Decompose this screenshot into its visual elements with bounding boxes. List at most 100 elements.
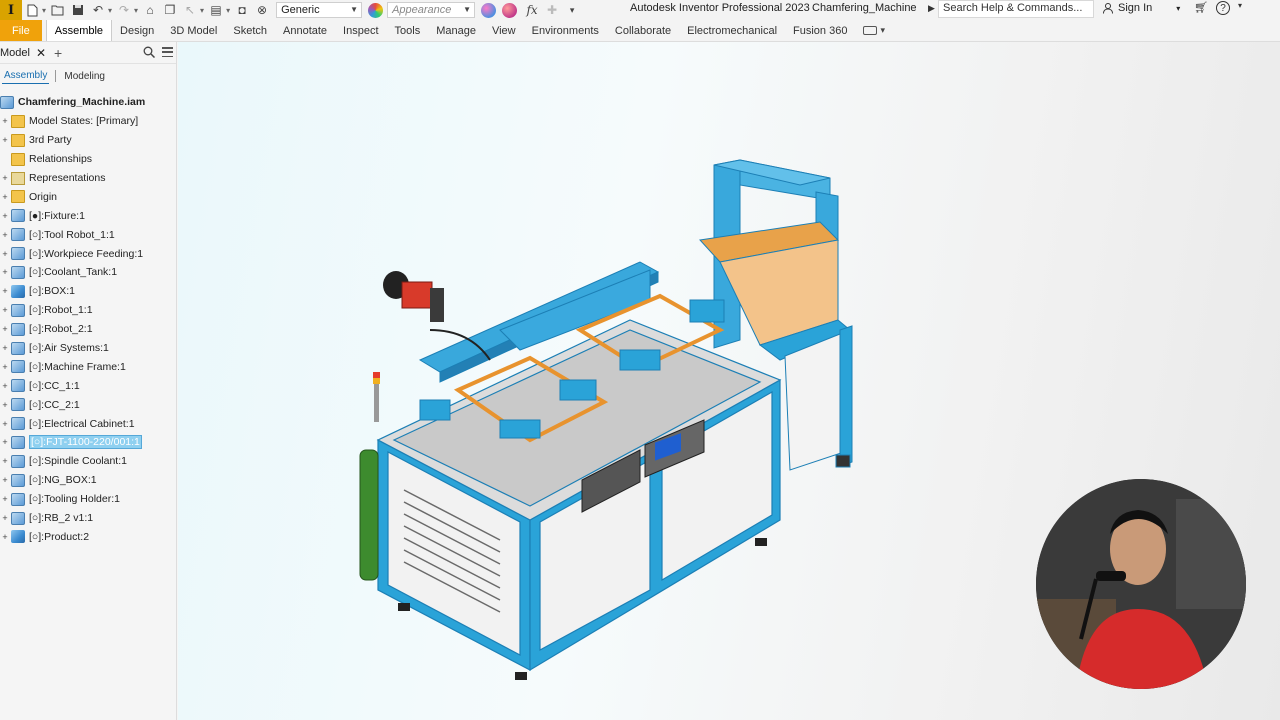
- expand-icon[interactable]: +: [0, 513, 10, 523]
- new-dropdown-caret[interactable]: ▾: [42, 6, 46, 15]
- ribbon-display-toggle[interactable]: ▾: [863, 20, 885, 41]
- sign-in-button[interactable]: Sign In ▾: [1102, 2, 1180, 14]
- tab-3d-model[interactable]: 3D Model: [162, 20, 225, 41]
- select-dropdown-caret[interactable]: ▾: [200, 6, 204, 15]
- tree-item[interactable]: + [○]:Workpiece Feeding:1: [0, 244, 177, 263]
- tree-item[interactable]: +3rd Party: [0, 131, 177, 150]
- expand-icon[interactable]: +: [0, 475, 10, 485]
- camera-icon[interactable]: ◘: [235, 3, 249, 17]
- tree-item[interactable]: + [○]:Product:2: [0, 527, 177, 546]
- expand-icon[interactable]: +: [0, 192, 10, 202]
- tree-root[interactable]: Chamfering_Machine.iam: [0, 93, 177, 112]
- tree-item[interactable]: + [○]:RB_2 v1:1: [0, 509, 177, 528]
- tab-environments[interactable]: Environments: [524, 20, 607, 41]
- undo-icon[interactable]: ↶: [91, 3, 105, 17]
- expand-icon[interactable]: +: [0, 494, 10, 504]
- expand-icon[interactable]: +: [0, 400, 10, 410]
- appearance-select[interactable]: Appearance ▼: [387, 2, 476, 18]
- tree-item[interactable]: + [●]:Fixture:1: [0, 206, 177, 225]
- representations-icon: [11, 171, 25, 185]
- expand-icon[interactable]: +: [0, 116, 10, 126]
- expand-icon[interactable]: +: [0, 456, 10, 466]
- plus-icon[interactable]: ✚: [545, 3, 559, 17]
- help-dropdown-caret[interactable]: ▾: [1238, 1, 1242, 15]
- redo-dropdown-caret[interactable]: ▾: [134, 6, 138, 15]
- expand-icon[interactable]: +: [0, 230, 10, 240]
- save-icon[interactable]: [71, 3, 85, 17]
- tab-tools[interactable]: Tools: [387, 20, 429, 41]
- tab-view[interactable]: View: [484, 20, 524, 41]
- tab-assemble[interactable]: Assemble: [45, 20, 113, 41]
- expand-icon[interactable]: +: [0, 173, 10, 183]
- tree-item-selected[interactable]: + [○]:FJT-1100-220/001:1: [0, 433, 177, 452]
- clear-appearance-icon[interactable]: [502, 2, 518, 18]
- redo-icon[interactable]: ↷: [117, 3, 131, 17]
- add-browser-tab-icon[interactable]: +: [54, 45, 62, 61]
- measure-dropdown-caret[interactable]: ▾: [226, 6, 230, 15]
- expand-icon[interactable]: +: [0, 305, 10, 315]
- expand-icon[interactable]: +: [0, 286, 10, 296]
- tree-item[interactable]: + [○]:Electrical Cabinet:1: [0, 414, 177, 433]
- open-folder-icon[interactable]: [51, 3, 65, 17]
- tree-item[interactable]: + Model States: [Primary]: [0, 112, 177, 131]
- material-select[interactable]: Generic ▼: [276, 2, 363, 18]
- help-icon[interactable]: ?: [1215, 1, 1230, 15]
- select-icon[interactable]: ↖: [183, 3, 197, 17]
- cart-icon[interactable]: 🛒︎: [1194, 1, 1208, 15]
- tree-item[interactable]: + [○]:Machine Frame:1: [0, 357, 177, 376]
- copy-icon[interactable]: ❐: [163, 3, 177, 17]
- expand-icon[interactable]: +: [0, 532, 10, 542]
- tree-item[interactable]: + [○]:Air Systems:1: [0, 339, 177, 358]
- tab-collaborate[interactable]: Collaborate: [607, 20, 679, 41]
- tree-item[interactable]: + Origin: [0, 187, 177, 206]
- tree-item[interactable]: + [○]:Tooling Holder:1: [0, 490, 177, 509]
- hamburger-menu-icon[interactable]: [162, 47, 173, 57]
- tree-item[interactable]: + [○]:CC_2:1: [0, 395, 177, 414]
- tab-manage[interactable]: Manage: [428, 20, 484, 41]
- tab-fusion-360[interactable]: Fusion 360: [785, 20, 855, 41]
- customize-toolbar-icon[interactable]: ▾: [565, 3, 579, 17]
- subtab-assembly[interactable]: Assembly: [2, 68, 50, 84]
- tab-sketch[interactable]: Sketch: [225, 20, 275, 41]
- tree-item[interactable]: Relationships: [0, 150, 177, 169]
- tree-item[interactable]: + [○]:BOX:1: [0, 282, 177, 301]
- tree-item[interactable]: + [○]:Coolant_Tank:1: [0, 263, 177, 282]
- expand-icon[interactable]: +: [0, 135, 10, 145]
- expand-icon[interactable]: +: [0, 249, 10, 259]
- tree-item[interactable]: + Representations: [0, 169, 177, 188]
- search-icon[interactable]: [143, 46, 155, 58]
- cancel-icon[interactable]: ⊗: [255, 3, 269, 17]
- expand-icon[interactable]: +: [0, 381, 10, 391]
- tab-electromechanical[interactable]: Electromechanical: [679, 20, 785, 41]
- expand-icon[interactable]: +: [0, 437, 10, 447]
- inventor-logo-icon[interactable]: I: [0, 0, 22, 20]
- new-file-icon[interactable]: [25, 3, 39, 17]
- subtab-modeling[interactable]: Modeling: [62, 69, 107, 84]
- adjust-appearance-icon[interactable]: [481, 2, 497, 18]
- tab-inspect[interactable]: Inspect: [335, 20, 386, 41]
- home-icon[interactable]: ⌂: [143, 3, 157, 17]
- tree-item-label: [○]:Spindle Coolant:1: [29, 455, 127, 468]
- expand-icon[interactable]: +: [0, 211, 10, 221]
- tree-item[interactable]: + [○]:Robot_2:1: [0, 320, 177, 339]
- tree-item[interactable]: + [○]:Spindle Coolant:1: [0, 452, 177, 471]
- search-arrow-icon[interactable]: ▶: [928, 3, 935, 14]
- expand-icon[interactable]: +: [0, 419, 10, 429]
- tree-item[interactable]: + [○]:Tool Robot_1:1: [0, 225, 177, 244]
- tree-item[interactable]: + [○]:CC_1:1: [0, 376, 177, 395]
- expand-icon[interactable]: +: [0, 343, 10, 353]
- fx-parameters-icon[interactable]: fx: [525, 3, 539, 17]
- tab-design[interactable]: Design: [112, 20, 162, 41]
- undo-dropdown-caret[interactable]: ▾: [108, 6, 112, 15]
- tab-file[interactable]: File: [0, 20, 42, 41]
- expand-icon[interactable]: +: [0, 267, 10, 277]
- expand-icon[interactable]: +: [0, 362, 10, 372]
- tree-item[interactable]: + [○]:NG_BOX:1: [0, 471, 177, 490]
- tab-annotate[interactable]: Annotate: [275, 20, 335, 41]
- browser-tab-model[interactable]: Model: [0, 47, 34, 59]
- search-help-input[interactable]: Search Help & Commands...: [938, 0, 1094, 18]
- expand-icon[interactable]: +: [0, 324, 10, 334]
- tree-item[interactable]: + [○]:Robot_1:1: [0, 301, 177, 320]
- measure-icon[interactable]: ▤: [209, 3, 223, 17]
- close-icon[interactable]: ✕: [36, 46, 46, 60]
